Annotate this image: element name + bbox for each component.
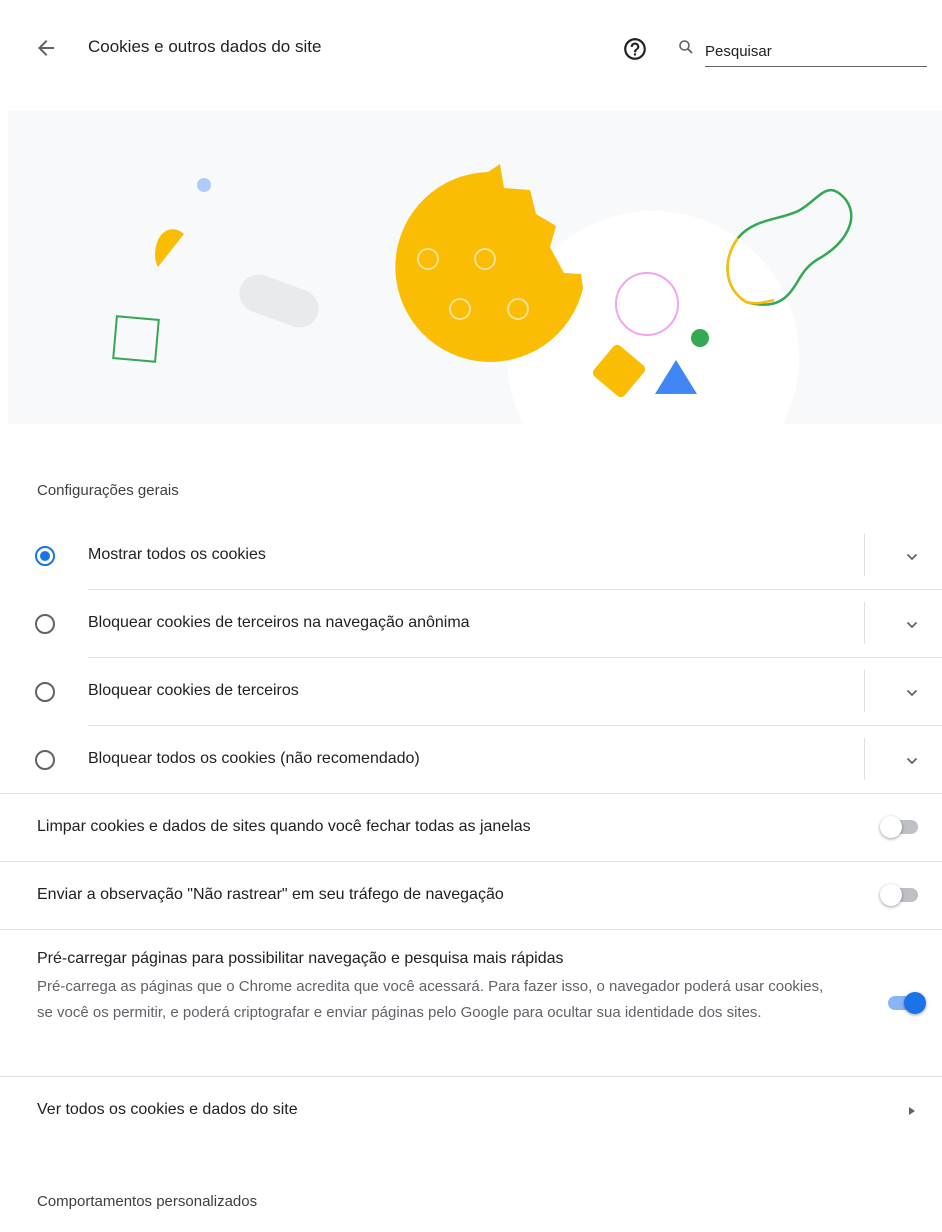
vertical-separator — [864, 602, 865, 644]
triangle-right-icon — [909, 1107, 915, 1115]
radio-option-show-all[interactable]: Mostrar todos os cookies — [0, 522, 942, 590]
vertical-separator — [864, 738, 865, 780]
radio-option-label: Bloquear todos os cookies (não recomenda… — [88, 750, 420, 767]
help-circle-icon[interactable] — [622, 36, 648, 62]
radio-option-block-all[interactable]: Bloquear todos os cookies (não recomenda… — [0, 726, 942, 794]
green-square-shape — [112, 315, 160, 363]
chevron-down-icon[interactable] — [903, 548, 921, 566]
radio-button[interactable] — [35, 682, 55, 702]
radio-option-block-third-party[interactable]: Bloquear cookies de terceiros — [0, 658, 942, 726]
cookie-illustration — [112, 164, 853, 424]
search-box — [678, 36, 928, 68]
radio-button[interactable] — [35, 750, 55, 770]
preload-pages-toggle[interactable] — [884, 992, 926, 1014]
radio-option-label: Mostrar todos os cookies — [88, 546, 266, 563]
do-not-track-toggle[interactable] — [880, 884, 922, 906]
setting-clear-on-exit: Limpar cookies e dados de sites quando v… — [0, 794, 942, 861]
arrow-left-icon[interactable] — [34, 36, 58, 60]
setting-do-not-track: Enviar a observação "Não rastrear" em se… — [0, 862, 942, 929]
chevron-down-icon[interactable] — [903, 684, 921, 702]
radio-option-block-third-party-incognito[interactable]: Bloquear cookies de terceiros na navegaç… — [0, 590, 942, 658]
page-header: Cookies e outros dados do site — [0, 0, 942, 96]
page-title: Cookies e outros dados do site — [88, 37, 322, 56]
chevron-down-icon[interactable] — [903, 616, 921, 634]
vertical-separator — [864, 534, 865, 576]
chevron-down-icon[interactable] — [903, 752, 921, 770]
view-all-cookies-row[interactable]: Ver todos os cookies e dados do site — [0, 1077, 942, 1143]
radio-button[interactable] — [35, 614, 55, 634]
radio-option-label: Bloquear cookies de terceiros — [88, 682, 299, 699]
setting-label: Pré-carregar páginas para possibilitar n… — [37, 950, 564, 967]
gray-pill-shape — [239, 274, 319, 328]
radio-option-label: Bloquear cookies de terceiros na navegaç… — [88, 614, 470, 631]
view-all-cookies-label: Ver todos os cookies e dados do site — [37, 1101, 298, 1118]
section-title-general: Configurações gerais — [37, 482, 179, 499]
blue-dot-shape — [197, 178, 211, 192]
vertical-separator — [864, 670, 865, 712]
yellow-half-circle-shape — [155, 229, 184, 267]
setting-description: Pré-carrega as páginas que o Chrome acre… — [37, 978, 824, 1021]
bitten-cookie-shape — [395, 164, 583, 362]
setting-label: Limpar cookies e dados de sites quando v… — [37, 818, 531, 835]
radio-button-checked[interactable] — [35, 546, 55, 566]
green-dot-shape — [691, 329, 709, 347]
search-input[interactable] — [705, 36, 927, 67]
search-icon — [679, 40, 693, 54]
clear-on-exit-toggle[interactable] — [880, 816, 922, 838]
setting-preload-pages: Pré-carregar páginas para possibilitar n… — [0, 930, 942, 1076]
setting-label: Enviar a observação "Não rastrear" em se… — [37, 886, 504, 903]
cookie-illustration-banner — [8, 110, 942, 424]
section-title-custom: Comportamentos personalizados — [37, 1193, 258, 1210]
